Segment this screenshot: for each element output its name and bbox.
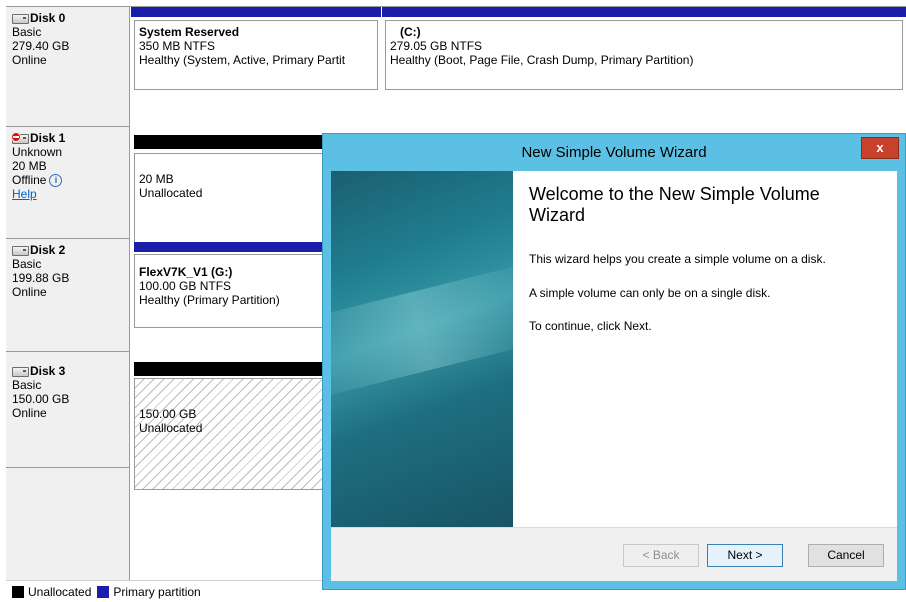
partition-label: Unallocated — [139, 421, 203, 435]
wizard-footer: < Back Next > Cancel — [331, 527, 897, 581]
partition-title: (C:) — [400, 25, 421, 39]
wizard-text-1: This wizard helps you create a simple vo… — [529, 252, 826, 266]
disk-size: 199.88 GB — [12, 271, 70, 285]
partition-size: 150.00 GB — [139, 407, 197, 421]
disk-icon — [12, 13, 29, 24]
disk-info-1[interactable]: Disk 1 Unknown 20 MB Offline i Help — [6, 127, 130, 239]
disk-type: Basic — [12, 25, 42, 39]
legend: Unallocated Primary partition — [6, 580, 326, 602]
partition-detail: 350 MB NTFS — [139, 39, 216, 53]
disk-size: 20 MB — [12, 159, 47, 173]
cancel-button[interactable]: Cancel — [808, 544, 884, 567]
wizard-side-banner — [331, 171, 513, 527]
partition-bar — [134, 135, 326, 149]
partition-label: Unallocated — [139, 186, 203, 200]
disk-name: Disk 3 — [30, 364, 66, 378]
partition-unallocated-disk3[interactable]: 150.00 GB Unallocated — [131, 352, 326, 490]
partition-detail: 279.05 GB NTFS — [390, 39, 483, 53]
disk-type: Unknown — [12, 145, 63, 159]
partition-unallocated-disk1[interactable]: 20 MB Unallocated — [131, 127, 326, 251]
disk-status: Online — [12, 285, 47, 299]
disk-info-3[interactable]: Disk 3 Basic 150.00 GB Online — [6, 352, 130, 468]
partition-bar — [131, 7, 381, 17]
disk-icon — [12, 366, 29, 377]
legend-primary: Primary partition — [113, 584, 201, 599]
disk-name: Disk 0 — [30, 11, 66, 25]
legend-swatch-primary — [97, 585, 110, 598]
legend-swatch-unallocated — [12, 585, 24, 598]
help-link[interactable]: Help — [12, 187, 37, 201]
legend-unallocated: Unallocated — [28, 584, 92, 599]
partition-bar — [134, 242, 326, 252]
disk-icon — [12, 245, 29, 256]
partition-health: Healthy (Boot, Page File, Crash Dump, Pr… — [390, 53, 694, 67]
disk-size: 150.00 GB — [12, 392, 70, 406]
wizard-text-3: To continue, click Next. — [529, 319, 652, 333]
disk-row-0[interactable]: Disk 0 Basic 279.40 GB Online System Res… — [6, 7, 906, 127]
disk-status: Offline — [12, 173, 47, 187]
wizard-text-2: A simple volume can only be on a single … — [529, 286, 771, 300]
partition-flexv7k-g[interactable]: FlexV7K_V1 (G:) 100.00 GB NTFS Healthy (… — [131, 239, 326, 352]
partition-bar — [382, 7, 906, 17]
partition-size: 20 MB — [139, 172, 174, 186]
partition-bar — [134, 362, 326, 376]
disk-status: Online — [12, 53, 47, 67]
back-button[interactable]: < Back — [623, 544, 699, 567]
partition-c-drive[interactable]: (C:) 279.05 GB NTFS Healthy (Boot, Page … — [382, 7, 906, 127]
info-icon[interactable]: i — [49, 173, 63, 187]
disk-info-2[interactable]: Disk 2 Basic 199.88 GB Online — [6, 239, 130, 352]
disk-size: 279.40 GB — [12, 39, 70, 53]
wizard-content: Welcome to the New Simple Volume Wizard … — [513, 171, 897, 527]
disk-info-0[interactable]: Disk 0 Basic 279.40 GB Online — [6, 7, 130, 127]
disk-type: Basic — [12, 378, 42, 392]
empty-info-column — [6, 468, 130, 580]
partition-system-reserved[interactable]: System Reserved 350 MB NTFS Healthy (Sys… — [131, 7, 381, 127]
disk-name: Disk 2 — [30, 243, 66, 257]
partition-title: FlexV7K_V1 (G:) — [139, 265, 233, 279]
partition-title: System Reserved — [139, 25, 240, 39]
partition-health: Healthy (System, Active, Primary Partit — [139, 53, 346, 67]
disk-status: Online — [12, 406, 47, 420]
new-simple-volume-wizard[interactable]: New Simple Volume Wizard x Welcome to th… — [322, 133, 906, 590]
wizard-client: Welcome to the New Simple Volume Wizard … — [331, 171, 897, 581]
disk-type: Basic — [12, 257, 42, 271]
next-button[interactable]: Next > — [707, 544, 783, 567]
partition-detail: 100.00 GB NTFS — [139, 279, 232, 293]
wizard-title: New Simple Volume Wizard — [521, 144, 707, 161]
wizard-heading: Welcome to the New Simple Volume Wizard — [529, 184, 820, 225]
disk-error-icon — [11, 131, 29, 144]
partition-health: Healthy (Primary Partition) — [139, 293, 280, 307]
close-button[interactable]: x — [861, 137, 899, 159]
disk-name: Disk 1 — [30, 131, 66, 145]
